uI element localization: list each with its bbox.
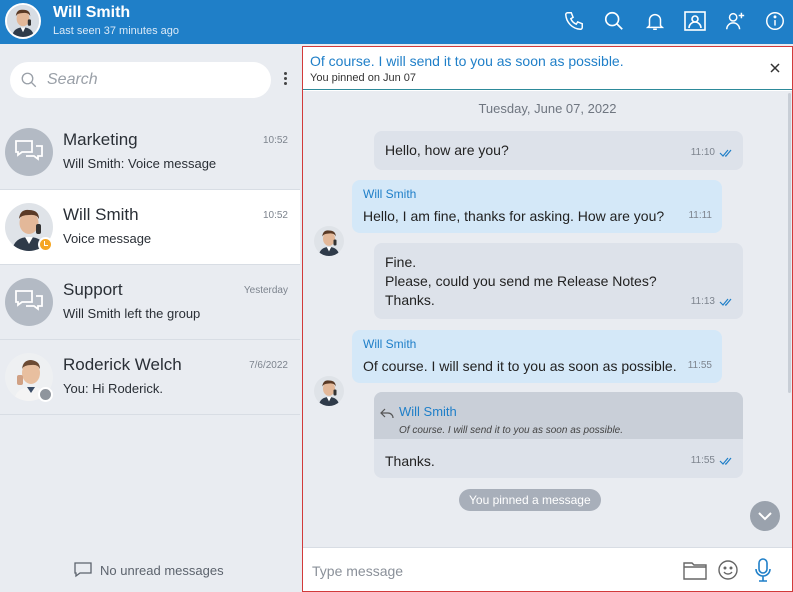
quoted-sender: Will Smith	[399, 404, 457, 419]
search-box[interactable]	[10, 62, 271, 98]
message-outgoing[interactable]: Hello, how are you? 11:10	[374, 131, 743, 170]
message-sender[interactable]: Will Smith	[363, 335, 416, 354]
message-line-3: Thanks.	[385, 292, 435, 308]
message-incoming[interactable]: Will Smith Hello, I am fine, thanks for …	[352, 180, 722, 233]
offline-status-icon	[38, 387, 53, 402]
message-time: 11:55	[690, 455, 715, 466]
phone-icon[interactable]	[561, 8, 587, 34]
message-input[interactable]	[312, 560, 662, 582]
no-unread-indicator: No unread messages	[74, 562, 224, 578]
away-status-icon	[38, 237, 53, 252]
sender-avatar	[314, 376, 344, 406]
message-text: Hello, I am fine, thanks for asking. How…	[363, 208, 665, 224]
message-outgoing-reply[interactable]: Will Smith Of course. I will send it to …	[374, 392, 743, 478]
message-text: Hello, how are you?	[385, 142, 509, 158]
chevron-down-icon	[758, 511, 772, 520]
chat-name: Will Smith	[63, 205, 139, 224]
group-avatar	[5, 278, 53, 326]
search-icon[interactable]	[601, 8, 627, 34]
message-text: Thanks.	[385, 453, 435, 469]
scroll-down-button[interactable]	[750, 501, 780, 531]
pinned-message-text[interactable]: Of course. I will send it to you as soon…	[310, 53, 624, 69]
contact-avatar[interactable]	[5, 3, 41, 39]
info-icon[interactable]	[762, 8, 788, 34]
double-check-icon	[719, 149, 732, 157]
chat-item-will-smith[interactable]: Will Smith Voice message 10:52	[0, 190, 300, 265]
message-meta: 11:10	[691, 143, 733, 162]
microphone-icon[interactable]	[751, 558, 775, 582]
chat-name: Support	[63, 280, 123, 299]
chat-name: Marketing	[63, 130, 138, 149]
message-meta: 11:55	[688, 356, 712, 375]
group-avatar	[5, 128, 53, 176]
chat-item-roderick-welch[interactable]: Roderick Welch You: Hi Roderick. 7/6/202…	[0, 340, 300, 415]
message-sender[interactable]: Will Smith	[363, 185, 416, 204]
chat-bubble-icon	[74, 562, 92, 578]
message-outgoing[interactable]: Fine. Please, could you send me Release …	[374, 243, 743, 319]
search-input[interactable]	[47, 68, 257, 92]
message-meta: 11:55	[691, 451, 733, 470]
message-line-1: Fine.	[385, 254, 417, 270]
message-time: 11:13	[690, 296, 715, 307]
chat-time: 10:52	[262, 135, 288, 146]
message-line-2: Please, could you send me Release Notes?	[385, 273, 657, 289]
chat-item-marketing[interactable]: Marketing Will Smith: Voice message 10:5…	[0, 115, 300, 190]
double-check-icon	[719, 457, 732, 465]
message-meta: 11:13	[691, 292, 733, 311]
chat-header: Will Smith Last seen 37 minutes ago	[0, 0, 793, 44]
reply-icon	[380, 408, 394, 419]
chat-time: Yesterday	[243, 285, 288, 296]
double-check-icon	[719, 298, 732, 306]
chat-time: 10:52	[262, 210, 288, 221]
chat-list-panel: Marketing Will Smith: Voice message 10:5…	[0, 44, 300, 592]
no-unread-label: No unread messages	[100, 562, 224, 578]
quoted-text: Of course. I will send it to you as soon…	[399, 425, 623, 436]
chat-preview: Will Smith: Voice message	[63, 156, 217, 171]
chat-time: 7/6/2022	[249, 360, 288, 371]
quoted-message[interactable]: Will Smith Of course. I will send it to …	[374, 392, 743, 439]
chat-preview: You: Hi Roderick.	[63, 381, 163, 396]
close-icon[interactable]	[768, 61, 782, 75]
message-incoming[interactable]: Will Smith Of course. I will send it to …	[352, 330, 722, 383]
pinned-message-bar[interactable]: Of course. I will send it to you as soon…	[303, 47, 792, 90]
bell-icon[interactable]	[642, 8, 668, 34]
search-icon	[21, 72, 37, 88]
chat-name: Roderick Welch	[63, 355, 182, 374]
contact-card-icon[interactable]	[682, 8, 708, 34]
chat-list: Marketing Will Smith: Voice message 10:5…	[0, 115, 300, 415]
emoji-icon[interactable]	[716, 558, 740, 582]
pin-notice-badge: You pinned a message	[459, 489, 601, 511]
date-separator: Tuesday, June 07, 2022	[478, 101, 617, 116]
message-meta: 11:11	[688, 206, 712, 225]
chat-preview: Will Smith left the group	[63, 306, 201, 321]
folder-icon[interactable]	[683, 558, 707, 582]
message-area: Tuesday, June 07, 2022 Hello, how are yo…	[303, 91, 792, 547]
message-composer	[303, 547, 792, 591]
message-time: 11:11	[688, 210, 712, 221]
contact-last-seen: Last seen 37 minutes ago	[53, 25, 179, 37]
message-time: 11:10	[690, 147, 715, 158]
conversation-panel: Of course. I will send it to you as soon…	[302, 46, 793, 592]
sender-avatar	[314, 226, 344, 256]
chat-item-support[interactable]: Support Will Smith left the group Yester…	[0, 265, 300, 340]
message-time: 11:55	[687, 360, 712, 371]
more-options-icon[interactable]	[279, 70, 291, 90]
message-text: Of course. I will send it to you as soon…	[363, 358, 677, 374]
contact-name: Will Smith	[53, 4, 131, 21]
chat-preview: Voice message	[63, 231, 152, 246]
pinned-message-info: You pinned on Jun 07	[310, 72, 417, 84]
scrollbar[interactable]	[788, 93, 791, 393]
add-user-icon[interactable]	[722, 8, 748, 34]
